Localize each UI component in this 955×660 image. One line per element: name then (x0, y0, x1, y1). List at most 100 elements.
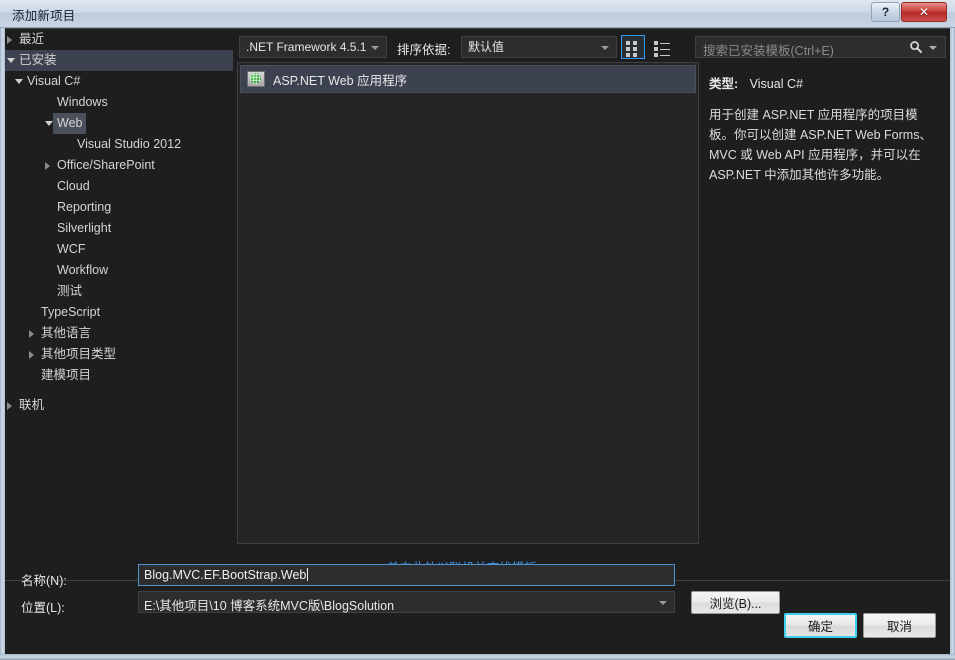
tree-item[interactable]: Silverlight (5, 218, 233, 239)
ok-button[interactable]: 确定 (784, 613, 857, 638)
chevron-down-icon (371, 46, 379, 50)
template-list-item[interactable]: ASP.NET Web 应用程序 (240, 65, 696, 93)
tree-item[interactable]: 最近 (5, 29, 233, 50)
list-icon (654, 53, 658, 57)
template-description: 用于创建 ASP.NET 应用程序的项目模板。你可以创建 ASP.NET Web… (709, 108, 932, 182)
tree-item-label: Silverlight (57, 221, 112, 235)
tree-item-label: 测试 (57, 284, 83, 298)
project-name-text: Blog.MVC.EF.BootStrap.Web (144, 568, 307, 582)
template-type-label: 类型: (709, 77, 739, 91)
tree-item[interactable]: 联机 (5, 395, 233, 416)
tree-item[interactable]: 已安装 (5, 50, 233, 71)
tree-item-label: 其他项目类型 (41, 347, 117, 361)
tree-item[interactable]: Web (5, 113, 233, 134)
search-options-chevron-icon[interactable] (929, 46, 937, 50)
list-icon (654, 41, 658, 45)
title-bar: 添加新项目 ? ✕ (0, 0, 955, 28)
chevron-down-icon[interactable] (659, 601, 667, 605)
medium-icons-view-button[interactable] (621, 35, 645, 59)
sort-by-value: 默认值 (468, 40, 505, 54)
tree-item[interactable]: 其他语言 (5, 323, 233, 344)
project-name-field[interactable]: Blog.MVC.EF.BootStrap.Web (138, 564, 675, 586)
window-frame-bottom (0, 654, 955, 660)
tree-item[interactable]: 其他项目类型 (5, 344, 233, 365)
tree-item-label: WCF (57, 242, 86, 256)
tree-item-label: TypeScript (41, 305, 101, 319)
project-location-input[interactable]: E:\其他项目\10 博客系统MVC版\BlogSolution (144, 595, 394, 614)
tree-item[interactable]: Cloud (5, 176, 233, 197)
template-type-value: Visual C# (749, 77, 803, 91)
tree-item-label: 建模项目 (41, 368, 92, 382)
add-new-project-dialog-window: 添加新项目 ? ✕ 最近已安装 Visual C# Windows Web Visual… (0, 0, 955, 660)
template-type-row: 类型: Visual C# (709, 73, 946, 92)
tree-item-label: Cloud (57, 179, 90, 193)
help-button[interactable]: ? (871, 2, 900, 22)
tree-item[interactable]: Windows (5, 92, 233, 113)
tree-item[interactable]: WCF (5, 239, 233, 260)
tree-item-label: Workflow (57, 263, 109, 277)
template-details-pane: 类型: Visual C# 用于创建 ASP.NET 应用程序的项目模板。你可以… (705, 62, 946, 544)
cancel-button[interactable]: 取消 (863, 613, 936, 638)
dialog-body: 最近已安装 Visual C# Windows Web Visual Studio 20… (5, 28, 950, 654)
browse-button[interactable]: 浏览(B)... (691, 591, 780, 614)
window-frame-right (950, 0, 955, 660)
chevron-down-icon[interactable] (45, 121, 53, 126)
grid-icon (633, 47, 637, 51)
location-label: 位置(L): (21, 601, 65, 615)
tree-item[interactable]: Workflow (5, 260, 233, 281)
tree-item-label: Office/SharePoint (57, 158, 155, 172)
templates-toolbar: .NET Framework 4.5.1 排序依据: 默认值 (237, 33, 689, 61)
tree-item-label: Reporting (57, 200, 112, 214)
list-icon (654, 47, 658, 51)
tree-item-label: 最近 (19, 32, 45, 46)
chevron-right-icon[interactable] (7, 36, 12, 44)
list-view-button[interactable] (649, 35, 673, 59)
chevron-right-icon[interactable] (45, 162, 50, 170)
tree-item-label: Web (53, 113, 87, 134)
window-title: 添加新项目 (12, 9, 76, 23)
grid-icon (626, 41, 630, 45)
tree-item-label: 已安装 (19, 53, 57, 67)
grid-icon (633, 53, 637, 57)
close-button[interactable]: ✕ (901, 2, 947, 22)
tree-item[interactable]: Visual C# (5, 71, 233, 92)
chevron-right-icon[interactable] (7, 402, 12, 410)
search-input[interactable]: 搜索已安装模板(Ctrl+E) (703, 40, 834, 59)
framework-version-dropdown[interactable]: .NET Framework 4.5.1 (239, 36, 387, 58)
window-controls: ? ✕ (871, 2, 947, 22)
tree-item[interactable]: 测试 (5, 281, 233, 302)
framework-version-value: .NET Framework 4.5.1 (246, 40, 367, 54)
chevron-down-icon (601, 46, 609, 50)
tree-item-label: Windows (57, 95, 108, 109)
text-caret (307, 568, 309, 581)
search-templates-box[interactable]: 搜索已安装模板(Ctrl+E) (695, 36, 946, 58)
chevron-right-icon[interactable] (29, 330, 34, 338)
tree-item-label: Visual Studio 2012 (77, 137, 182, 151)
search-icon (910, 41, 923, 54)
sort-by-label: 排序依据: (397, 43, 451, 57)
tree-item-label: 其他语言 (41, 326, 92, 340)
grid-icon (626, 47, 630, 51)
grid-icon (626, 53, 630, 57)
list-icon (660, 43, 670, 44)
sort-by-dropdown[interactable]: 默认值 (461, 36, 617, 58)
tree-item[interactable]: 建模项目 (5, 365, 233, 386)
tree-item[interactable]: Visual Studio 2012 (5, 134, 233, 155)
chevron-down-icon[interactable] (15, 79, 23, 84)
category-tree[interactable]: 最近已安装 Visual C# Windows Web Visual Studio 20… (5, 29, 233, 540)
project-location-dropdown[interactable]: E:\其他项目\10 博客系统MVC版\BlogSolution (138, 591, 675, 613)
tree-item-label: Visual C# (27, 74, 81, 88)
web-application-icon (247, 71, 265, 87)
list-icon (660, 49, 670, 50)
tree-item[interactable]: TypeScript (5, 302, 233, 323)
grid-icon (633, 41, 637, 45)
chevron-down-icon[interactable] (7, 58, 15, 63)
tree-item[interactable]: Reporting (5, 197, 233, 218)
tree-item[interactable]: Office/SharePoint (5, 155, 233, 176)
template-list[interactable]: ASP.NET Web 应用程序 (237, 62, 699, 544)
project-name-input[interactable]: Blog.MVC.EF.BootStrap.Web (144, 568, 309, 582)
chevron-right-icon[interactable] (29, 351, 34, 359)
template-name: ASP.NET Web 应用程序 (273, 73, 408, 88)
tree-item-label: 联机 (19, 398, 45, 412)
